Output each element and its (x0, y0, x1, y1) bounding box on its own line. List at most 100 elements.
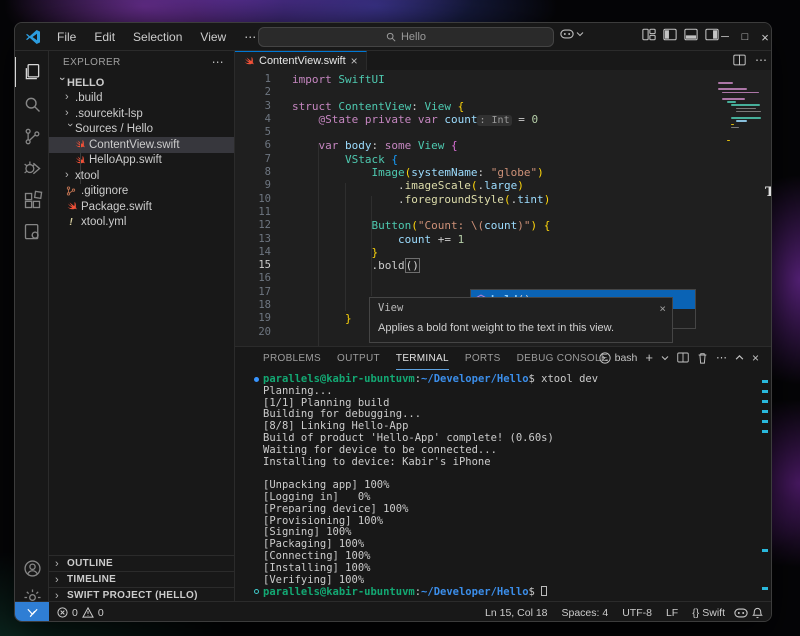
terminal-shell-selector[interactable]: bash (598, 351, 638, 364)
tree-item[interactable]: › .build (49, 91, 234, 107)
split-terminal-icon[interactable] (677, 352, 689, 363)
panel-more-actions-icon[interactable]: ⋯ (716, 351, 727, 364)
minimap[interactable] (718, 82, 771, 162)
status-bar: 0 0 Ln 15, Col 18 Spaces: 4 UTF-8 LF {} … (15, 601, 771, 621)
notifications-bell-icon[interactable] (752, 607, 763, 619)
editor-actions: ⋯ (733, 53, 767, 67)
tree-item-label: HELLO (67, 76, 105, 89)
copilot-icon (560, 29, 574, 39)
terminal-line: Installing to device: Kabir's iPhone (263, 455, 491, 468)
activity-source-control-icon[interactable] (15, 121, 49, 151)
encoding[interactable]: UTF-8 (617, 607, 657, 619)
tooltip-body: Applies a bold font weight to the text i… (378, 322, 615, 334)
errors-count: 0 (72, 606, 78, 619)
chevron-down-icon (576, 32, 584, 37)
tree-item[interactable]: HelloApp.swift (49, 152, 234, 184)
eol-sequence[interactable]: LF (661, 607, 683, 619)
activity-run-debug-icon[interactable] (15, 153, 49, 183)
toggle-sidebar-icon[interactable] (662, 27, 677, 42)
menu-file[interactable]: File (50, 28, 83, 46)
tree-item[interactable]: Package.swift (49, 199, 234, 215)
tooltip-close-icon[interactable]: × (659, 302, 666, 315)
indent-guide (371, 196, 372, 296)
layout-controls (641, 27, 719, 42)
activity-extensions-icon[interactable] (15, 185, 49, 215)
search-icon (386, 32, 396, 42)
code-line: 15 .bold() (235, 258, 771, 274)
language-mode[interactable]: {} Swift (687, 607, 730, 619)
menu-edit[interactable]: Edit (87, 28, 122, 46)
activity-search-icon[interactable] (15, 89, 49, 119)
minimize-button[interactable]: ─ (715, 23, 735, 51)
sidebar-more-actions-icon[interactable]: ⋯ (212, 55, 224, 69)
menu-selection[interactable]: Selection (126, 28, 189, 46)
problems-status[interactable]: 0 0 (57, 607, 104, 619)
split-editor-icon[interactable] (733, 54, 746, 66)
panel-tab-terminal[interactable]: TERMINAL (396, 347, 449, 370)
close-button[interactable]: × (755, 23, 771, 51)
editor-group[interactable]: ContentView.swift × ⋯ 1 import SwiftUI 2 3 s… (235, 51, 771, 602)
sidebar-section-outline[interactable]: › OUTLINE (49, 555, 234, 571)
editor-more-actions-icon[interactable]: ⋯ (755, 53, 767, 67)
new-terminal-icon[interactable]: + (645, 350, 653, 365)
command-decoration-dot[interactable] (254, 377, 259, 382)
tree-item-label: ContentView.swift (89, 138, 180, 151)
menu-view[interactable]: View (193, 28, 233, 46)
line-number: 13 (258, 232, 271, 245)
customize-layout-icon[interactable] (641, 27, 656, 42)
tree-item[interactable]: .gitignore (49, 184, 234, 200)
overview-ruler-marker: T (765, 185, 771, 200)
panel-tab-ports[interactable]: PORTS (465, 347, 501, 370)
account-icon[interactable] (15, 553, 49, 583)
warnings-count: 0 (97, 606, 104, 619)
copilot-status-icon[interactable] (734, 607, 748, 619)
sidebar-section-timeline[interactable]: › TIMELINE (49, 571, 234, 587)
maximize-panel-chevron-icon[interactable] (735, 353, 744, 362)
terminal-dropdown-chevron-icon[interactable] (661, 354, 669, 362)
tree-item[interactable]: › HELLO (49, 75, 234, 91)
kill-terminal-trash-icon[interactable] (697, 352, 708, 364)
tab-contentview-swift[interactable]: ContentView.swift × (235, 51, 367, 70)
bash-terminal-icon (598, 351, 611, 364)
terminal-output[interactable]: parallels@kabir-ubuntuvm:~/Developer/Hel… (254, 373, 598, 598)
code-line: 5 (235, 126, 771, 139)
command-center-search[interactable]: Hello (258, 27, 554, 47)
remote-indicator[interactable] (15, 601, 49, 621)
close-panel-icon[interactable]: × (752, 351, 759, 365)
tab-close-icon[interactable]: × (351, 54, 358, 68)
errors-icon (57, 607, 68, 618)
tree-item[interactable]: › xtool (49, 168, 234, 184)
braces-icon: {} (692, 606, 700, 619)
tree-item[interactable]: › .sourcekit-lsp (49, 106, 234, 122)
activity-xtool-project-icon[interactable] (15, 217, 49, 247)
tree-item[interactable]: ! xtool.yml (49, 215, 234, 231)
status-bar-right: Ln 15, Col 18 Spaces: 4 UTF-8 LF {} Swif… (480, 607, 771, 619)
indentation[interactable]: Spaces: 4 (557, 607, 614, 619)
activity-explorer-icon[interactable] (15, 57, 49, 87)
tree-item[interactable]: › Sources / Hello (49, 122, 234, 138)
bottom-panel: PROBLEMS OUTPUT TERMINAL PORTS DEBUG CONSOLE… (235, 346, 771, 602)
file-tree: › HELLO › .build › .sourcekit-lsp › Sources / H… (49, 75, 234, 230)
copilot-menu[interactable] (560, 28, 584, 40)
line-number: 15 (258, 259, 271, 272)
code-line: 11 (235, 206, 771, 219)
line-number: 6 (264, 139, 271, 152)
panel-tab-problems[interactable]: PROBLEMS (263, 347, 321, 370)
toggle-panel-icon[interactable] (683, 27, 698, 42)
chevron-right-icon: › (55, 589, 59, 602)
maximize-button[interactable]: □ (735, 23, 755, 51)
line-number: 1 (264, 73, 271, 85)
tree-item[interactable]: ContentView.swift (49, 137, 234, 168)
panel-tab-output[interactable]: OUTPUT (337, 347, 380, 370)
terminal-scroll-marks (762, 347, 768, 602)
command-decoration-dot[interactable] (254, 589, 259, 595)
code-line: 13 count += 1 (235, 232, 771, 246)
line-number: 16 (258, 272, 271, 285)
code-line: 7 VStack { (235, 153, 771, 166)
cursor-position[interactable]: Ln 15, Col 18 (480, 607, 552, 619)
tree-item-label: HelloApp.swift (89, 154, 162, 167)
terminal-line: [Verifying] 100% (263, 573, 365, 586)
shell-label: bash (614, 351, 638, 364)
panel-tab-debug-console[interactable]: DEBUG CONSOLE (517, 347, 608, 370)
chevron-right-icon: › (65, 168, 69, 181)
